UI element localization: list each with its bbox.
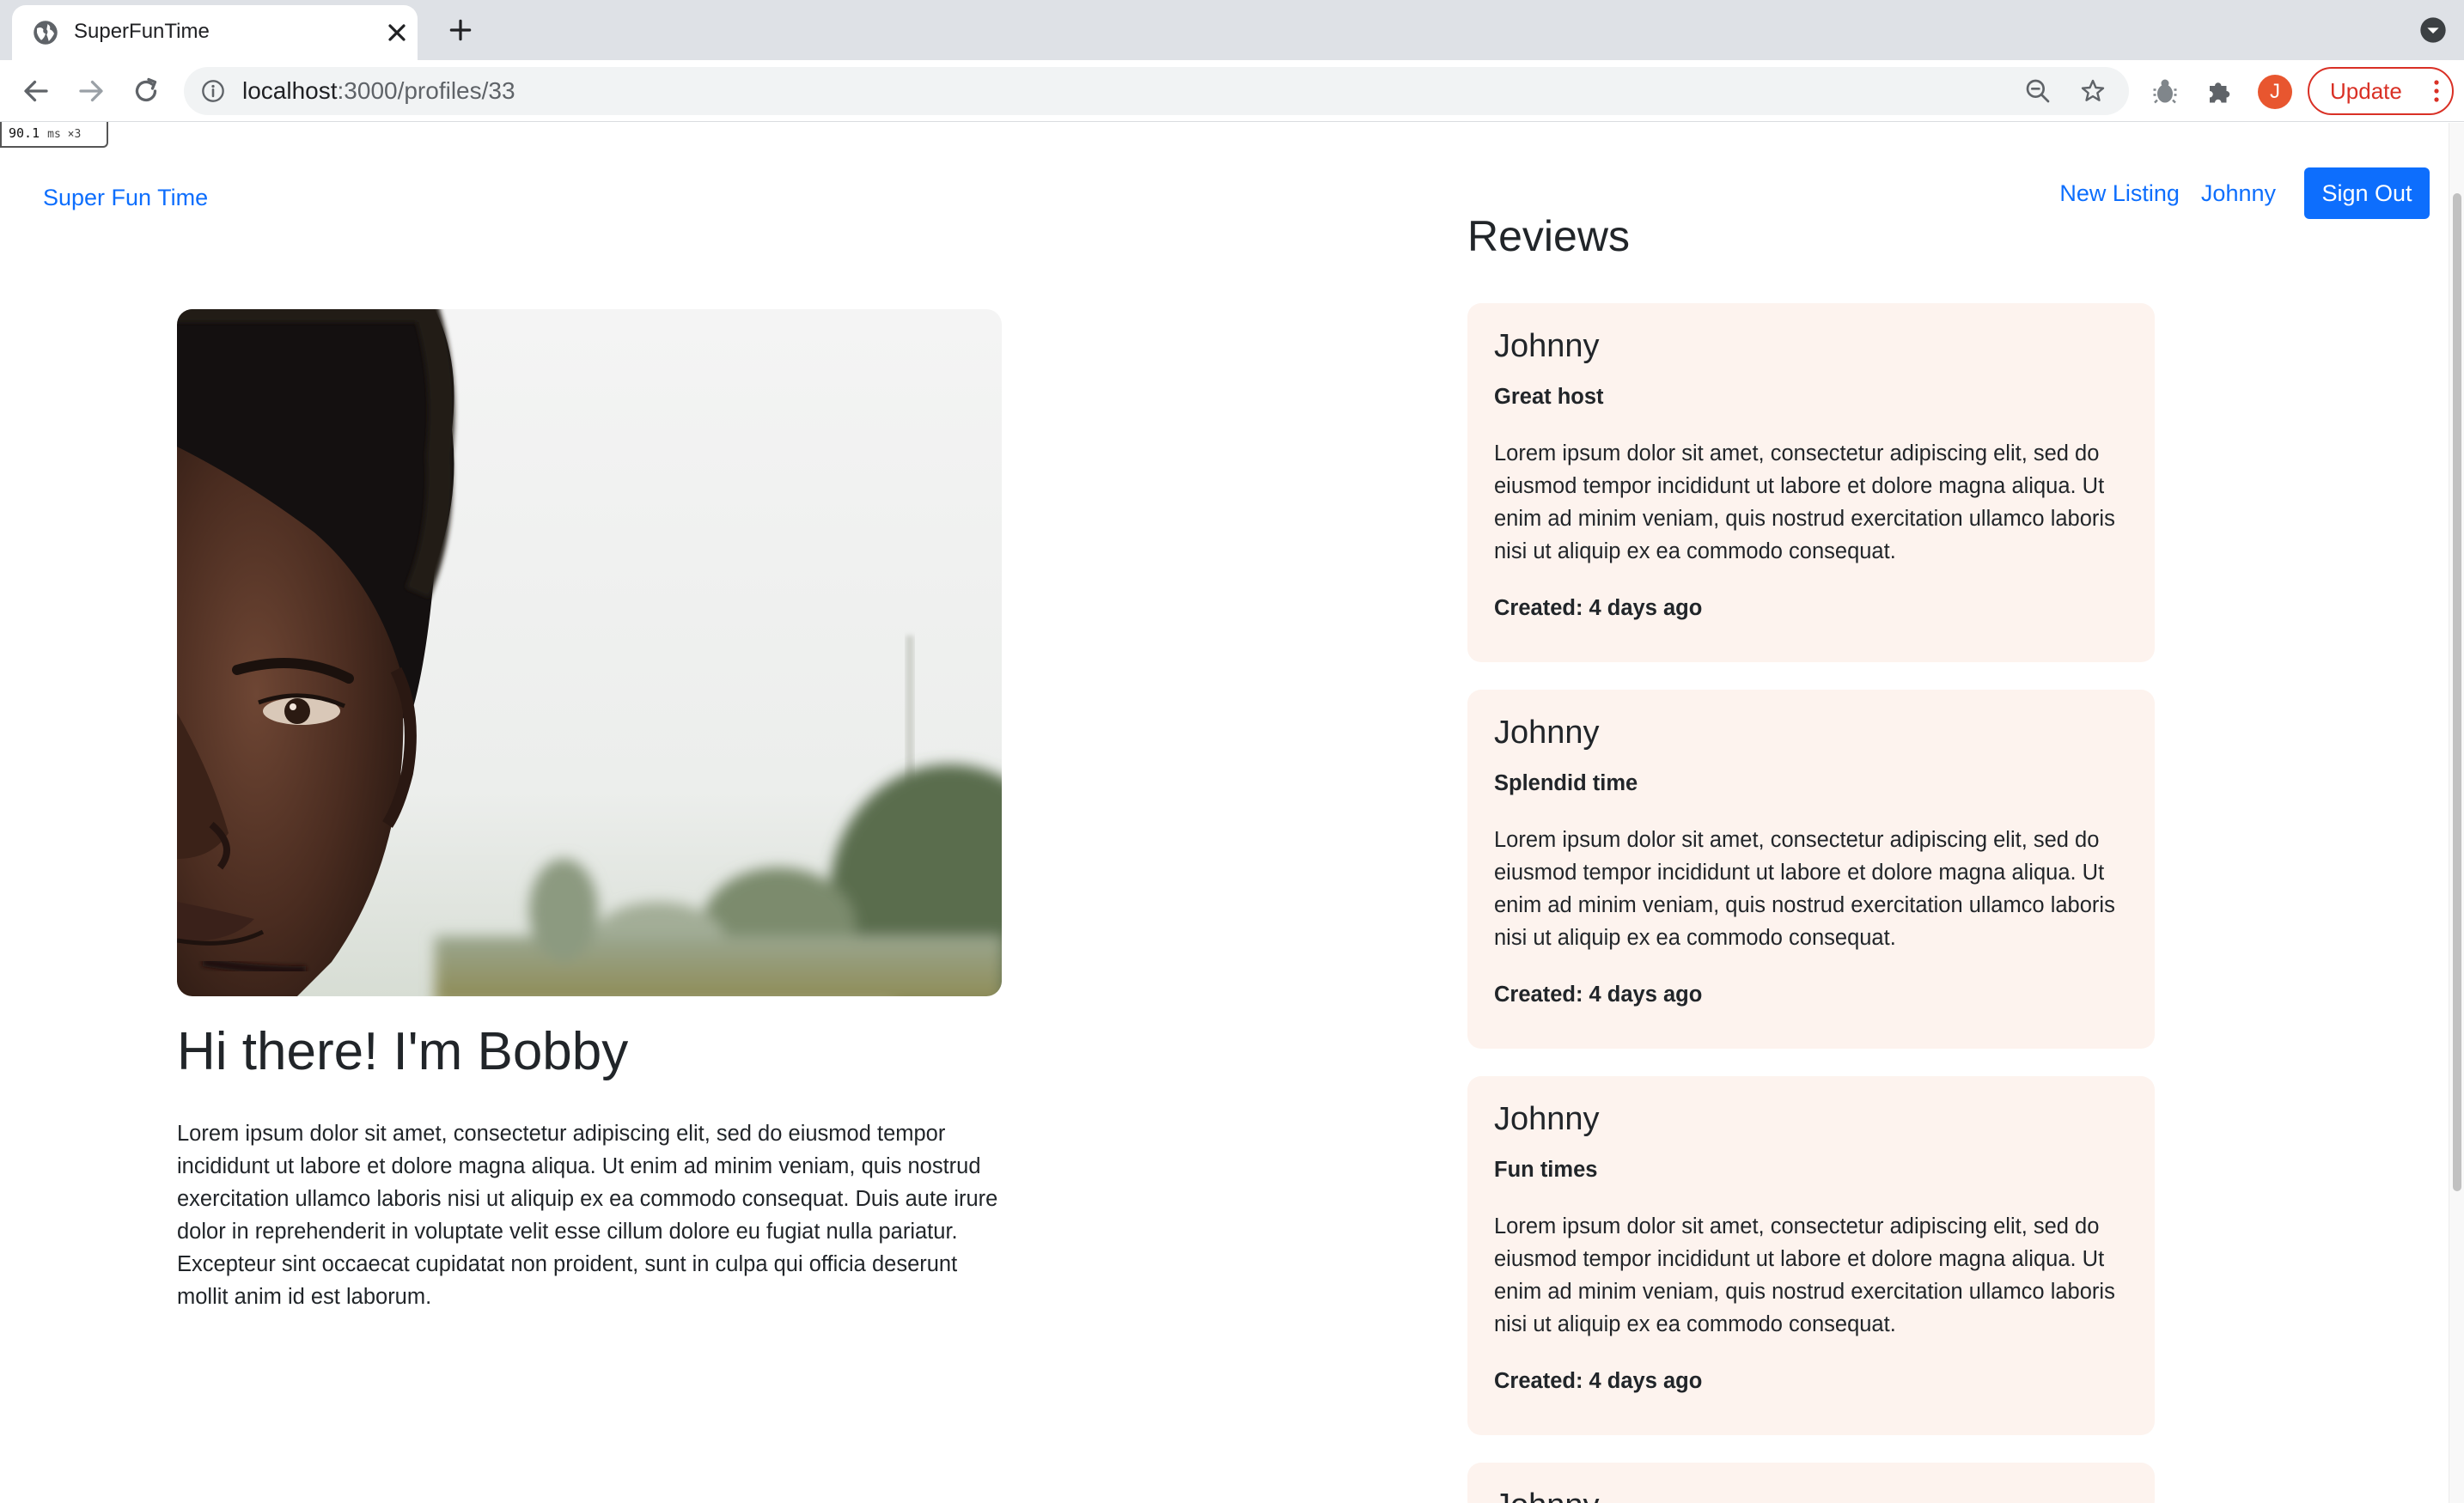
review-card: Johnny Great host Lorem ipsum dolor sit … bbox=[1467, 303, 2155, 662]
profile-heading: Hi there! I'm Bobby bbox=[177, 1022, 629, 1081]
scrollbar-thumb[interactable] bbox=[2453, 193, 2461, 1191]
web-page: Super Fun Time New Listing Johnny Sign O… bbox=[0, 123, 2449, 1503]
review-author: Johnny bbox=[1494, 715, 1600, 751]
review-author: Johnny bbox=[1494, 328, 1600, 364]
review-title: Splendid time bbox=[1494, 771, 1638, 795]
review-body: Lorem ipsum dolor sit amet, consectetur … bbox=[1494, 441, 2115, 563]
review-author: Johnny bbox=[1494, 1483, 2128, 1503]
url-path: :3000/profiles/33 bbox=[337, 77, 515, 104]
review-created-date: Created: 4 days ago bbox=[1494, 983, 1703, 1007]
sign-out-button[interactable]: Sign Out bbox=[2304, 167, 2430, 219]
kebab-menu-icon bbox=[2434, 80, 2439, 102]
review-created-date: Created: 4 days ago bbox=[1494, 596, 1703, 620]
top-nav: New Listing Johnny Sign Out bbox=[2059, 167, 2430, 219]
update-label: Update bbox=[2330, 78, 2402, 104]
tab-search-icon[interactable] bbox=[2419, 16, 2447, 44]
review-card: Johnny Fun times Lorem ipsum dolor sit a… bbox=[1467, 1076, 2155, 1435]
perf-value: 90.1 bbox=[9, 125, 40, 141]
url-text[interactable]: localhost:3000/profiles/33 bbox=[242, 76, 515, 106]
forward-arrow-icon[interactable] bbox=[76, 76, 107, 106]
globe-icon bbox=[34, 21, 58, 45]
perf-unit: ms ×3 bbox=[47, 128, 82, 141]
tab-title: SuperFunTime bbox=[74, 20, 210, 43]
bug-icon[interactable] bbox=[2150, 76, 2180, 106]
new-listing-link[interactable]: New Listing bbox=[2059, 177, 2180, 210]
user-profile-link[interactable]: Johnny bbox=[2201, 177, 2276, 210]
star-icon[interactable] bbox=[2079, 77, 2107, 105]
profile-portrait-image bbox=[177, 309, 1002, 996]
plus-icon[interactable] bbox=[447, 16, 474, 44]
profile-bio: Lorem ipsum dolor sit amet, consectetur … bbox=[177, 1122, 998, 1309]
avatar-letter: J bbox=[2270, 80, 2280, 103]
profile-photo bbox=[177, 309, 1002, 996]
page-scrollbar[interactable] bbox=[2449, 123, 2464, 1503]
review-body: Lorem ipsum dolor sit amet, consectetur … bbox=[1494, 828, 2115, 950]
puzzle-icon[interactable] bbox=[2205, 76, 2235, 106]
review-author: Johnny bbox=[1494, 1101, 1600, 1137]
browser-tab-strip: SuperFunTime bbox=[0, 0, 2464, 60]
review-list: Johnny Great host Lorem ipsum dolor sit … bbox=[1467, 303, 2155, 1503]
address-bar[interactable]: localhost:3000/profiles/33 bbox=[184, 67, 2129, 115]
update-button[interactable]: Update bbox=[2308, 67, 2454, 115]
review-created-date: Created: 4 days ago bbox=[1494, 1369, 1703, 1393]
review-title: Great host bbox=[1494, 385, 1604, 409]
profile-avatar[interactable]: J bbox=[2258, 75, 2292, 109]
review-card: Johnny bbox=[1467, 1463, 2155, 1503]
zoom-out-icon[interactable] bbox=[2024, 77, 2052, 105]
perf-overlay-badge: 90.1 ms ×3 bbox=[0, 122, 108, 148]
close-icon[interactable] bbox=[383, 19, 411, 46]
reload-icon[interactable] bbox=[131, 76, 162, 106]
reviews-heading: Reviews bbox=[1467, 212, 1630, 260]
browser-tab-active[interactable]: SuperFunTime bbox=[12, 5, 418, 60]
back-arrow-icon[interactable] bbox=[21, 76, 52, 106]
browser-toolbar: localhost:3000/profiles/33 J Update bbox=[0, 60, 2464, 122]
review-title: Fun times bbox=[1494, 1158, 1598, 1182]
review-body: Lorem ipsum dolor sit amet, consectetur … bbox=[1494, 1214, 2115, 1336]
brand-link[interactable]: Super Fun Time bbox=[43, 181, 208, 214]
url-host: localhost bbox=[242, 77, 338, 104]
review-card: Johnny Splendid time Lorem ipsum dolor s… bbox=[1467, 690, 2155, 1049]
info-icon[interactable] bbox=[201, 79, 225, 103]
